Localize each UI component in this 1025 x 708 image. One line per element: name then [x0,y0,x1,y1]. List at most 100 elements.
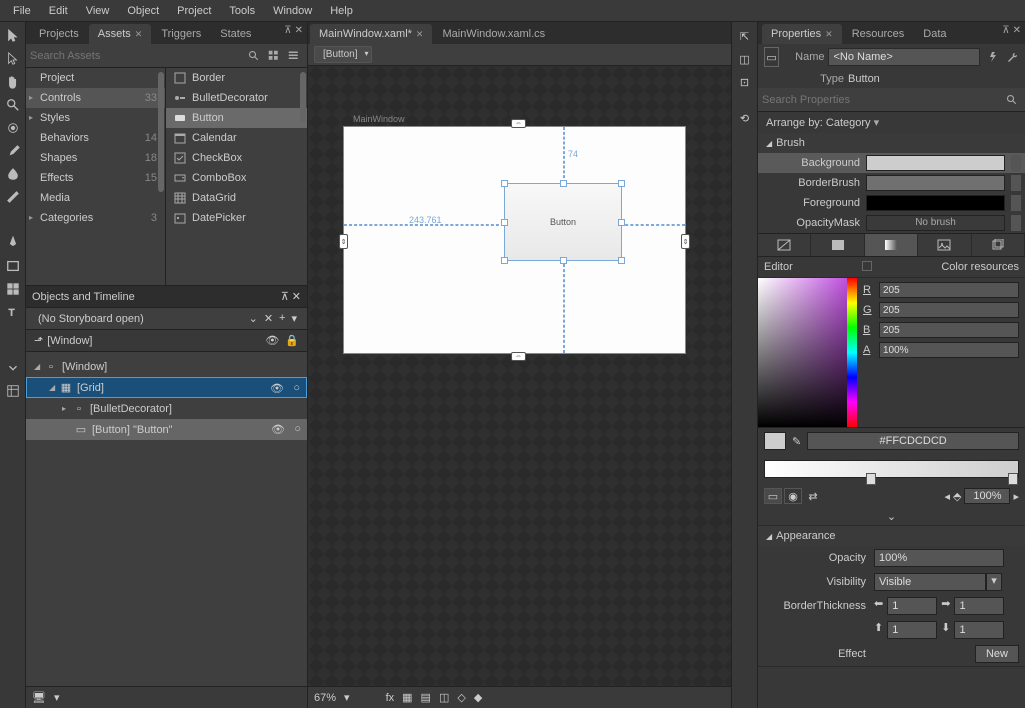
search-icon[interactable] [245,47,263,65]
close-icon[interactable]: ✕ [295,25,303,36]
tab-states[interactable]: States [211,24,260,44]
scrollbar[interactable] [300,72,306,122]
thickness-right[interactable] [954,597,1004,615]
dropdown-icon[interactable]: ▾ [54,691,60,704]
events-icon[interactable] [986,48,999,66]
handle-tr[interactable] [618,180,625,187]
visibility-select[interactable] [874,573,986,591]
close-icon[interactable]: ✕ [825,29,833,40]
lock-dot-icon[interactable]: ○ [294,423,301,435]
category-controls[interactable]: ▸Controls33 [26,88,165,108]
tree-window[interactable]: ◢▫[Window] [26,356,307,377]
menu-tools[interactable]: Tools [220,2,264,20]
monitor-icon[interactable]: 🖥 [32,691,46,704]
menu-project[interactable]: Project [168,2,220,20]
tab-assets[interactable]: Assets✕ [89,24,152,44]
annotate-icon[interactable]: ◇ [457,691,465,704]
lock-icon[interactable]: 🔒 [285,334,299,347]
more-tool-icon[interactable] [3,358,23,378]
tree-button[interactable]: ▭[Button] "Button"👁○ [26,419,307,440]
lock-dot-icon[interactable]: ○ [293,382,300,394]
fx-icon[interactable]: fx [386,692,395,704]
gradient-tool-icon[interactable] [3,187,23,207]
r-input[interactable] [879,282,1019,298]
gradient-bar[interactable] [764,460,1019,478]
search-icon[interactable] [1003,91,1021,109]
eye-icon[interactable]: 👁 [270,382,284,395]
snap-icon[interactable]: ▤ [421,691,431,704]
chevron-down-icon[interactable]: ⌄ [249,312,258,325]
thickness-bottom[interactable] [954,621,1004,639]
current-swatch[interactable] [764,432,786,450]
handle-b[interactable] [560,257,567,264]
tab-xaml[interactable]: MainWindow.xaml*✕ [310,24,432,44]
tab-cs[interactable]: MainWindow.xaml.cs [433,24,554,44]
pin-icon[interactable]: ⊼ [284,25,291,36]
category-project[interactable]: Project [26,68,165,88]
eye-icon[interactable]: 👁 [265,334,279,347]
selected-button[interactable]: Button [504,183,622,261]
scrollbar[interactable] [158,72,164,192]
asset-calendar[interactable]: Calendar [166,128,307,148]
handle-br[interactable] [618,257,625,264]
brush-header[interactable]: ◢Brush [758,133,1025,153]
pan-tool-icon[interactable] [3,72,23,92]
close-icon[interactable]: ✕ [135,29,143,40]
text-tool-icon[interactable]: T [3,302,23,322]
camera-tool-icon[interactable] [3,118,23,138]
dropdown-icon[interactable]: ▾ [291,312,297,325]
asset-combobox[interactable]: ComboBox [166,168,307,188]
close-icon[interactable]: ✕ [416,29,424,40]
add-icon[interactable]: + [279,312,285,325]
tree-bulletdecorator[interactable]: ▸▫[BulletDecorator] [26,398,307,419]
name-input[interactable] [828,48,980,66]
artboard[interactable]: ⇕ ⇕ ⇔ ⇔ 243.761 74 Button [343,126,686,354]
dropdown-icon[interactable]: ▾ [344,691,350,704]
top-handle-icon[interactable]: ⇔ [511,119,526,128]
reverse-icon[interactable]: ⇄ [804,488,822,504]
asset-bulletdecorator[interactable]: BulletDecorator [166,88,307,108]
snap2-icon[interactable]: ◫ [439,691,449,704]
menu-file[interactable]: File [4,2,40,20]
solid-tab-icon[interactable] [811,234,864,256]
prev-stop-icon[interactable]: ◂ [944,490,950,503]
brush-opacitymask[interactable]: OpacityMaskNo brush [758,213,1025,233]
handle-r[interactable] [618,219,625,226]
breadcrumb-button[interactable]: [Button] [314,46,372,63]
thickness-left[interactable] [887,597,937,615]
bottom-handle-icon[interactable]: ⇔ [511,352,526,361]
category-effects[interactable]: Effects15 [26,168,165,188]
tile-tab-icon[interactable] [918,234,971,256]
color-field[interactable] [758,278,847,427]
category-media[interactable]: Media [26,188,165,208]
menu-view[interactable]: View [77,2,119,20]
annotate2-icon[interactable]: ◆ [474,691,482,704]
gradient-stop[interactable] [866,473,876,485]
grid-icon[interactable]: ▦ [402,691,412,704]
linear-icon[interactable]: ▭ [764,488,782,504]
stop-pct-input[interactable] [964,488,1010,504]
handle-t[interactable] [560,180,567,187]
handle-bl[interactable] [501,257,508,264]
category-shapes[interactable]: Shapes18 [26,148,165,168]
editor-swatch-icon[interactable] [862,261,872,271]
dropdown-icon[interactable]: ▾ [986,573,1002,591]
arrange-by[interactable]: Arrange by: Category ▾ [758,112,1025,133]
menu-edit[interactable]: Edit [40,2,77,20]
thickness-top[interactable] [887,621,937,639]
resource-tab-icon[interactable] [972,234,1025,256]
selection-tool-icon[interactable] [3,26,23,46]
tab-resources[interactable]: Resources [843,24,914,44]
close-icon[interactable]: ✕ [1013,25,1021,36]
list-view-icon[interactable] [285,47,303,65]
a-input[interactable] [879,342,1019,358]
tree-grid[interactable]: ◢▦[Grid]👁○ [26,377,307,398]
tab-properties[interactable]: Properties✕ [762,24,842,44]
paint-tool-icon[interactable] [3,164,23,184]
category-styles[interactable]: ▸Styles [26,108,165,128]
tab-projects[interactable]: Projects [30,24,88,44]
next-stop-icon[interactable]: ▸ [1013,490,1019,503]
pin-icon[interactable]: ⊼ [1002,25,1009,36]
b-input[interactable] [879,322,1019,338]
eyedropper-icon[interactable]: ✎ [792,435,801,448]
